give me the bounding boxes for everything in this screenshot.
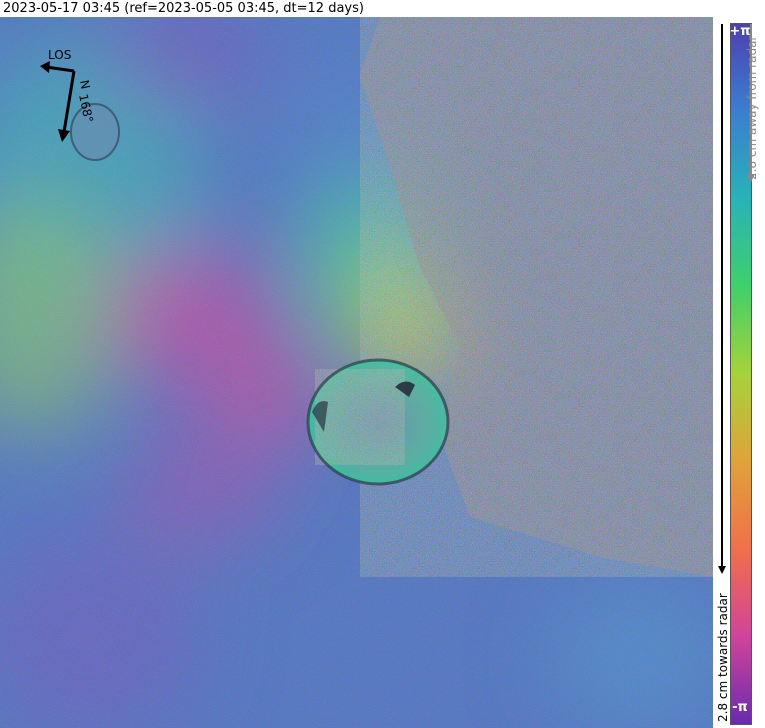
interferogram-map: LOS N 168° bbox=[0, 17, 713, 728]
towards-radar-label: 2.8 cm towards radar bbox=[716, 593, 730, 722]
image-title: 2023-05-17 03:45 (ref=2023-05-05 03:45, … bbox=[3, 1, 364, 16]
los-label: LOS bbox=[48, 48, 71, 62]
map-canvas: LOS N 168° bbox=[0, 17, 713, 728]
away-from-radar-label: 2.8 cm away from radar bbox=[745, 35, 759, 180]
towards-arrow-icon bbox=[718, 566, 726, 574]
towards-arrow-shaft bbox=[721, 24, 723, 569]
crater bbox=[306, 358, 450, 486]
colorbar-bottom-label: -π bbox=[732, 700, 748, 715]
small-crater-nw bbox=[70, 103, 120, 161]
